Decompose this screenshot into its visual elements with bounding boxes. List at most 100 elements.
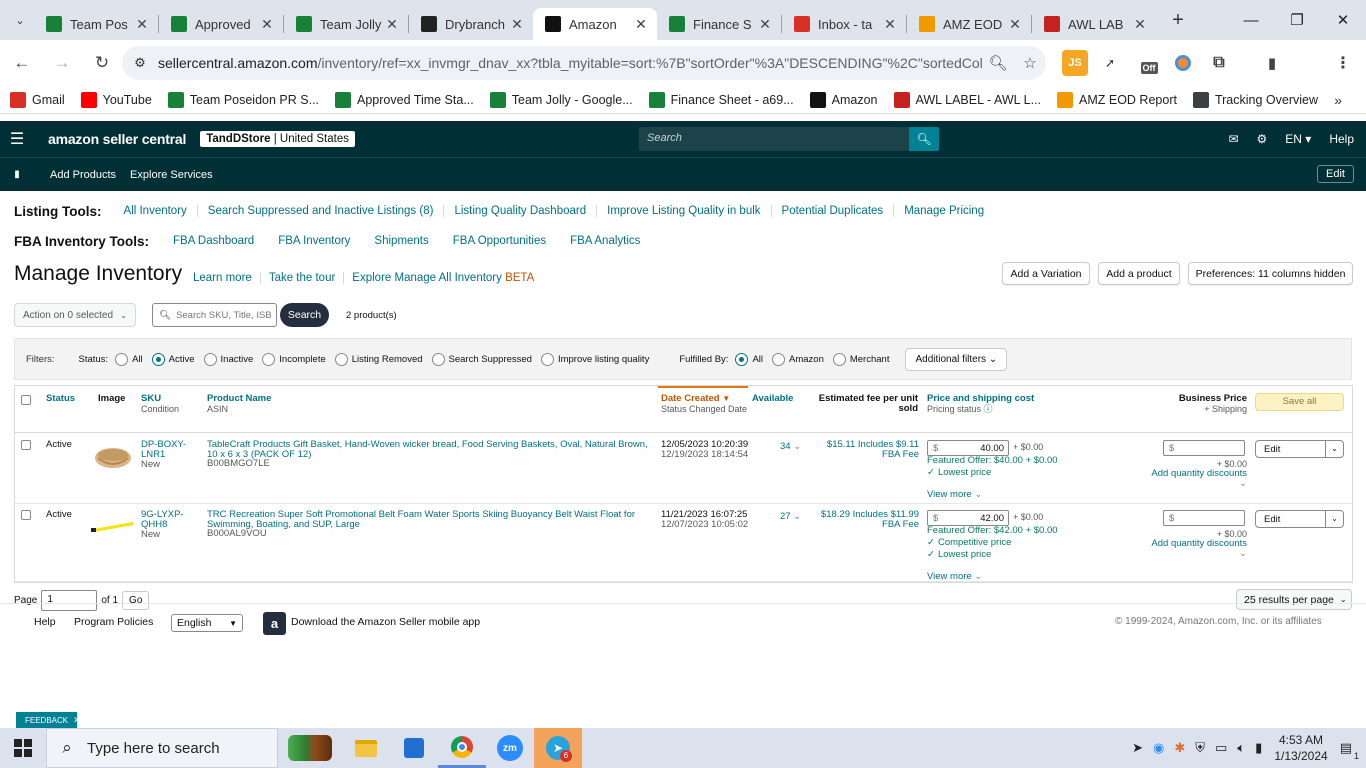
chevron-down-icon[interactable]: ⌄	[1239, 479, 1247, 489]
bookmark-item[interactable]: YouTube	[80, 91, 152, 108]
filter-radio-option[interactable]: All	[728, 352, 763, 366]
bookmark-icon[interactable]: ▮	[0, 169, 34, 180]
radio-button[interactable]	[735, 352, 749, 366]
chevron-down-icon[interactable]: ⌄	[791, 441, 801, 452]
store-icon[interactable]	[390, 728, 438, 768]
cursor-extension-icon[interactable]: ➚	[1097, 50, 1123, 76]
row-checkbox[interactable]	[21, 510, 31, 520]
hamburger-menu-icon[interactable]: ☰	[0, 129, 34, 149]
chrome-icon[interactable]	[438, 728, 486, 768]
url-text[interactable]: sellercentral.amazon.com/inventory/ref=x…	[158, 55, 982, 71]
row-sku[interactable]: DP-BOXY-LNR1	[141, 440, 189, 460]
close-tab-icon[interactable]: ✕	[1007, 16, 1023, 33]
row-edit-button[interactable]: Edit ⌄	[1255, 440, 1344, 458]
filter-radio-option[interactable]: Active	[145, 352, 195, 366]
radio-button[interactable]	[431, 352, 445, 366]
close-tab-icon[interactable]: ✕	[882, 16, 898, 33]
browser-tab[interactable]: Amazon ✕	[533, 8, 657, 40]
security-icon[interactable]: ⛨	[1195, 740, 1205, 756]
site-info-icon[interactable]: ⚙	[122, 55, 158, 71]
zoom-tray-icon[interactable]: ◉	[1153, 740, 1164, 756]
row-estimated-fee[interactable]: $18.29 Includes $11.99 FBA Fee	[809, 510, 919, 530]
program-policies-link[interactable]: Program Policies	[74, 616, 153, 628]
listing-tool-link[interactable]: All Inventory	[114, 205, 198, 217]
microphone-icon[interactable]: ▮	[1255, 740, 1262, 756]
explore-beta-link[interactable]: Explore Manage All Inventory BETA	[352, 272, 542, 284]
inventory-search-button[interactable]: Search	[280, 303, 329, 327]
browser-menu-icon[interactable]: ⋮	[1330, 50, 1356, 76]
close-tab-icon[interactable]: ✕	[757, 16, 773, 33]
business-price-input[interactable]: $	[1163, 440, 1245, 456]
zoom-icon[interactable]: zm	[486, 728, 534, 768]
inventory-search-input[interactable]: 🔍︎ Search SKU, Title, ISB	[152, 303, 277, 327]
header-product-name[interactable]: Product Name ASIN	[207, 394, 271, 415]
listing-tool-link[interactable]: Improve Listing Quality in bulk	[597, 205, 772, 217]
listing-tool-link[interactable]: Manage Pricing	[894, 205, 994, 217]
browser-tab[interactable]: Inbox - ta ✕	[782, 8, 906, 40]
close-icon[interactable]: ✕	[73, 715, 81, 726]
add-quantity-discounts-link[interactable]: Add quantity discounts	[1135, 469, 1247, 479]
zoom-search-icon[interactable]: 🔍︎	[982, 54, 1014, 72]
store-selector[interactable]: TandDStore | United States	[200, 131, 355, 147]
settings-gear-icon[interactable]: ⚙	[1257, 132, 1268, 146]
forward-icon[interactable]: →	[44, 45, 80, 81]
fba-tool-link[interactable]: FBA Inventory	[278, 235, 362, 247]
extensions-puzzle-icon[interactable]: ⧉	[1206, 50, 1232, 76]
row-product-name[interactable]: TRC Recreation Super Soft Promotional Be…	[207, 510, 654, 529]
filter-radio-option[interactable]: Merchant	[826, 352, 889, 366]
chevron-down-icon[interactable]: ⌄	[1325, 441, 1343, 457]
orange-extension-icon[interactable]	[1170, 50, 1196, 76]
bookmark-item[interactable]: Team Jolly - Google...	[489, 91, 633, 108]
bulk-action-select[interactable]: Action on 0 selected ⌄	[14, 303, 136, 327]
price-input[interactable]: $40.00	[927, 440, 1009, 456]
help-link[interactable]: Help	[1329, 132, 1354, 146]
row-available[interactable]: 27 ⌄	[780, 512, 801, 522]
radio-button[interactable]	[262, 352, 276, 366]
select-all-checkbox[interactable]	[21, 395, 31, 405]
browser-tab[interactable]: Drybranch ✕	[409, 8, 533, 40]
bookmark-item[interactable]: Gmail	[10, 91, 65, 108]
clock[interactable]: 4:53 AM 1/13/2024	[1274, 732, 1327, 764]
volume-icon[interactable]: 🔈︎	[1237, 740, 1245, 756]
back-icon[interactable]: ←	[4, 45, 40, 81]
row-estimated-fee[interactable]: $15.11 Includes $9.11 FBA Fee	[809, 440, 919, 460]
row-product-name[interactable]: TableCraft Products Gift Basket, Hand-Wo…	[207, 440, 654, 459]
learn-more-link[interactable]: Learn more	[193, 272, 261, 284]
take-tour-link[interactable]: Take the tour	[269, 272, 345, 284]
view-more-link[interactable]: View more ⌄	[927, 490, 982, 500]
radio-button[interactable]	[772, 352, 785, 366]
fba-tool-link[interactable]: FBA Dashboard	[173, 235, 266, 247]
bookmark-item[interactable]: Finance Sheet - a69...	[648, 91, 794, 108]
off-extension-icon[interactable]: Off	[1136, 50, 1162, 76]
header-date-created[interactable]: Date Created ▼ Status Changed Date	[658, 386, 748, 432]
widgets-icon[interactable]	[278, 728, 342, 768]
row-edit-button[interactable]: Edit ⌄	[1255, 510, 1344, 528]
filter-radio-option[interactable]: Amazon	[765, 352, 824, 366]
header-status[interactable]: Status	[46, 394, 75, 404]
preferences-button[interactable]: Preferences: 11 columns hidden	[1188, 262, 1353, 285]
tray-app-icon[interactable]: ✱	[1174, 740, 1185, 756]
radio-button[interactable]	[540, 352, 554, 366]
reload-icon[interactable]: ↻	[84, 45, 120, 81]
fba-tool-link[interactable]: FBA Analytics	[570, 235, 652, 247]
side-panel-icon[interactable]: ▮	[1259, 50, 1285, 76]
filter-radio-option[interactable]: Incomplete	[255, 352, 326, 366]
browser-tab[interactable]: AMZ EOD ✕	[907, 8, 1031, 40]
browser-tab[interactable]: Finance S ✕	[657, 8, 781, 40]
filter-radio-option[interactable]: All	[108, 352, 143, 366]
footer-language-select[interactable]: English ▼	[171, 614, 243, 632]
add-quantity-discounts-link[interactable]: Add quantity discounts	[1135, 539, 1247, 549]
chevron-down-icon[interactable]: ⌄	[1239, 549, 1247, 559]
close-tab-icon[interactable]: ✕	[1132, 16, 1148, 33]
business-price-input[interactable]: $	[1163, 510, 1245, 526]
bookmark-star-icon[interactable]: ☆	[1014, 54, 1046, 72]
more-bookmarks-icon[interactable]: »	[1334, 92, 1342, 108]
filter-radio-option[interactable]: Listing Removed	[328, 352, 423, 366]
bookmark-item[interactable]: AWL LABEL - AWL L...	[893, 91, 1041, 108]
info-icon[interactable]: ⓘ	[984, 404, 993, 414]
radio-button[interactable]	[334, 352, 348, 366]
header-price[interactable]: Price and shipping cost Pricing status ⓘ	[927, 394, 1034, 415]
browser-tab[interactable]: Team Pos ✕	[34, 8, 158, 40]
close-tab-icon[interactable]: ✕	[509, 16, 525, 33]
js-extension-icon[interactable]: JS	[1062, 50, 1088, 76]
